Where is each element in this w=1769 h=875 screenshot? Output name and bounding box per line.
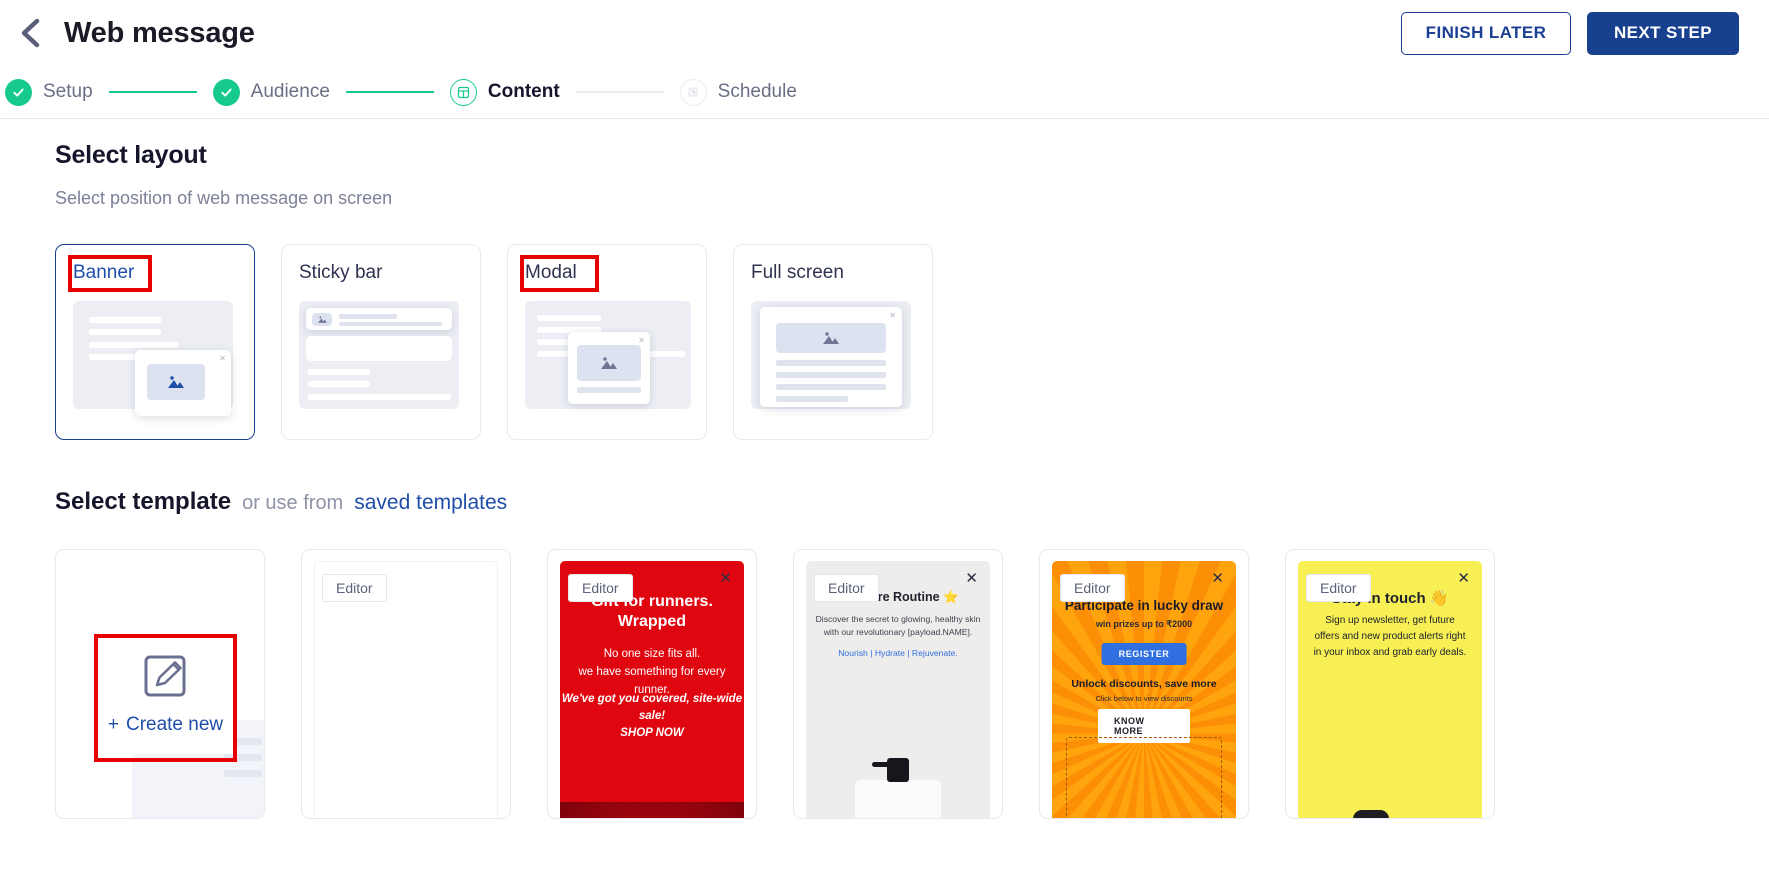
editor-chip[interactable]: Editor [814,574,879,602]
step-setup[interactable]: Setup [5,78,93,106]
phone-shape [1353,810,1389,818]
thumb-close-icon: ✕ [638,336,645,345]
close-icon[interactable]: ✕ [719,571,732,586]
step-content[interactable]: Content [449,78,560,106]
layout-option-full-screen[interactable]: Full screen ✕ [733,244,933,440]
template-card-stay-in-touch[interactable]: ✕ Stay in touch 👋 Sign up newsletter, ge… [1285,549,1495,819]
finish-later-button[interactable]: FINISH LATER [1401,11,1571,55]
layout-thumbnail-full-screen: ✕ [751,301,917,409]
select-template-title: Select template [55,488,232,515]
create-new-plus: + [107,713,119,735]
step-setup-label: Setup [43,81,93,102]
layout-thumbnail-modal: ✕ [525,301,691,409]
page-title: Web message [64,16,255,49]
select-layout-title: Select layout [55,141,207,169]
lucky-draw-note: Click below to view discounts [1095,694,1193,703]
template-card-gift-for-runners[interactable]: ✕ Gift for runners. Wrapped No one size … [547,549,757,819]
main-content: Select layout Select position of web mes… [0,119,1769,819]
layout-icon [457,86,470,98]
template-gallery: + Create new Editor ✕ Gift for runners. … [55,549,1769,819]
lucky-draw-subtitle: win prizes up to ₹2000 [1095,619,1193,629]
editor-chip[interactable]: Editor [568,574,633,602]
image-icon [168,376,184,388]
stay-in-touch-hand-image [1325,794,1455,818]
step-connector-1 [108,91,197,93]
layout-option-full-screen-label: Full screen [751,262,844,283]
step-connector-3 [575,91,664,93]
close-icon[interactable]: ✕ [1457,571,1470,586]
step-schedule-label: Schedule [717,81,797,102]
progress-stepper: Setup Audience Content Schedule [0,66,1769,119]
template-card-create-new[interactable]: + Create new [55,549,265,819]
step-content-badge [449,78,477,106]
check-icon [13,88,24,96]
layout-options: Banner ✕ Sticky bar Modal ✕ Full screen … [55,244,1769,440]
layout-option-modal-label: Modal [525,262,577,283]
close-icon[interactable]: ✕ [1211,571,1224,586]
lucky-draw-dashed-area [1066,737,1222,818]
layout-option-banner-label: Banner [73,262,135,283]
step-content-label: Content [487,81,560,102]
runners-cta: We've got you covered, site-wide sale! S… [561,693,743,739]
create-new-label: Create new [125,713,224,735]
image-icon [317,316,327,323]
bottle-pump [872,758,909,782]
template-card-lucky-draw[interactable]: ✕ Participate in lucky draw win prizes u… [1039,549,1249,819]
app-header: Web message FINISH LATER NEXT STEP [0,0,1769,66]
layout-thumbnail-sticky-bar [299,301,465,409]
back-button[interactable] [10,13,50,53]
editor-chip[interactable]: Editor [1306,574,1371,602]
layout-option-sticky-bar[interactable]: Sticky bar [281,244,481,440]
step-setup-badge [5,78,32,106]
select-template-heading: Select template or use from saved templa… [55,488,1769,516]
saved-templates-link[interactable]: saved templates [354,491,507,515]
template-card-blank[interactable]: Editor [301,549,511,819]
layout-option-sticky-bar-label: Sticky bar [299,262,383,283]
close-icon[interactable]: ✕ [965,571,978,586]
skincare-body: Discover the secret to glowing, healthy … [815,614,981,637]
thumb-close-icon: ✕ [219,354,226,363]
next-step-button[interactable]: NEXT STEP [1587,11,1739,55]
step-audience-label: Audience [250,81,330,102]
image-icon [823,332,839,344]
template-card-skincare-routine[interactable]: ✕ Skincare Routine ⭐ Discover the secret… [793,549,1003,819]
skincare-bottle-image [855,758,941,818]
step-audience-badge [212,78,240,106]
image-icon [601,357,617,369]
layout-option-modal[interactable]: Modal ✕ [507,244,707,440]
layout-option-banner[interactable]: Banner ✕ [55,244,255,440]
register-button[interactable]: REGISTER [1101,643,1187,665]
skincare-links: Nourish | Hydrate | Rejuvenate. [838,648,958,658]
thumb-close-icon: ✕ [889,311,896,320]
edit-square-icon [144,655,185,696]
runners-photo [560,802,744,818]
stay-in-touch-body: Sign up newsletter, get future offers an… [1313,615,1467,658]
layout-thumbnail-banner: ✕ [73,301,239,416]
editor-chip[interactable]: Editor [1060,574,1125,602]
step-schedule-badge [679,78,707,106]
step-connector-2 [345,91,434,93]
header-actions: FINISH LATER NEXT STEP [1401,11,1739,55]
lucky-draw-unlock-text: Unlock discounts, save more [1071,678,1217,690]
step-schedule[interactable]: Schedule [679,78,797,106]
select-layout-subtitle: Select position of web message on screen [55,188,393,208]
or-use-from-text: or use from [242,492,344,514]
clock-icon [688,87,698,97]
chevron-left-icon [21,18,40,48]
editor-chip[interactable]: Editor [322,574,387,602]
step-audience[interactable]: Audience [212,78,330,106]
create-new-content: + Create new [94,634,237,754]
check-icon [221,88,232,96]
